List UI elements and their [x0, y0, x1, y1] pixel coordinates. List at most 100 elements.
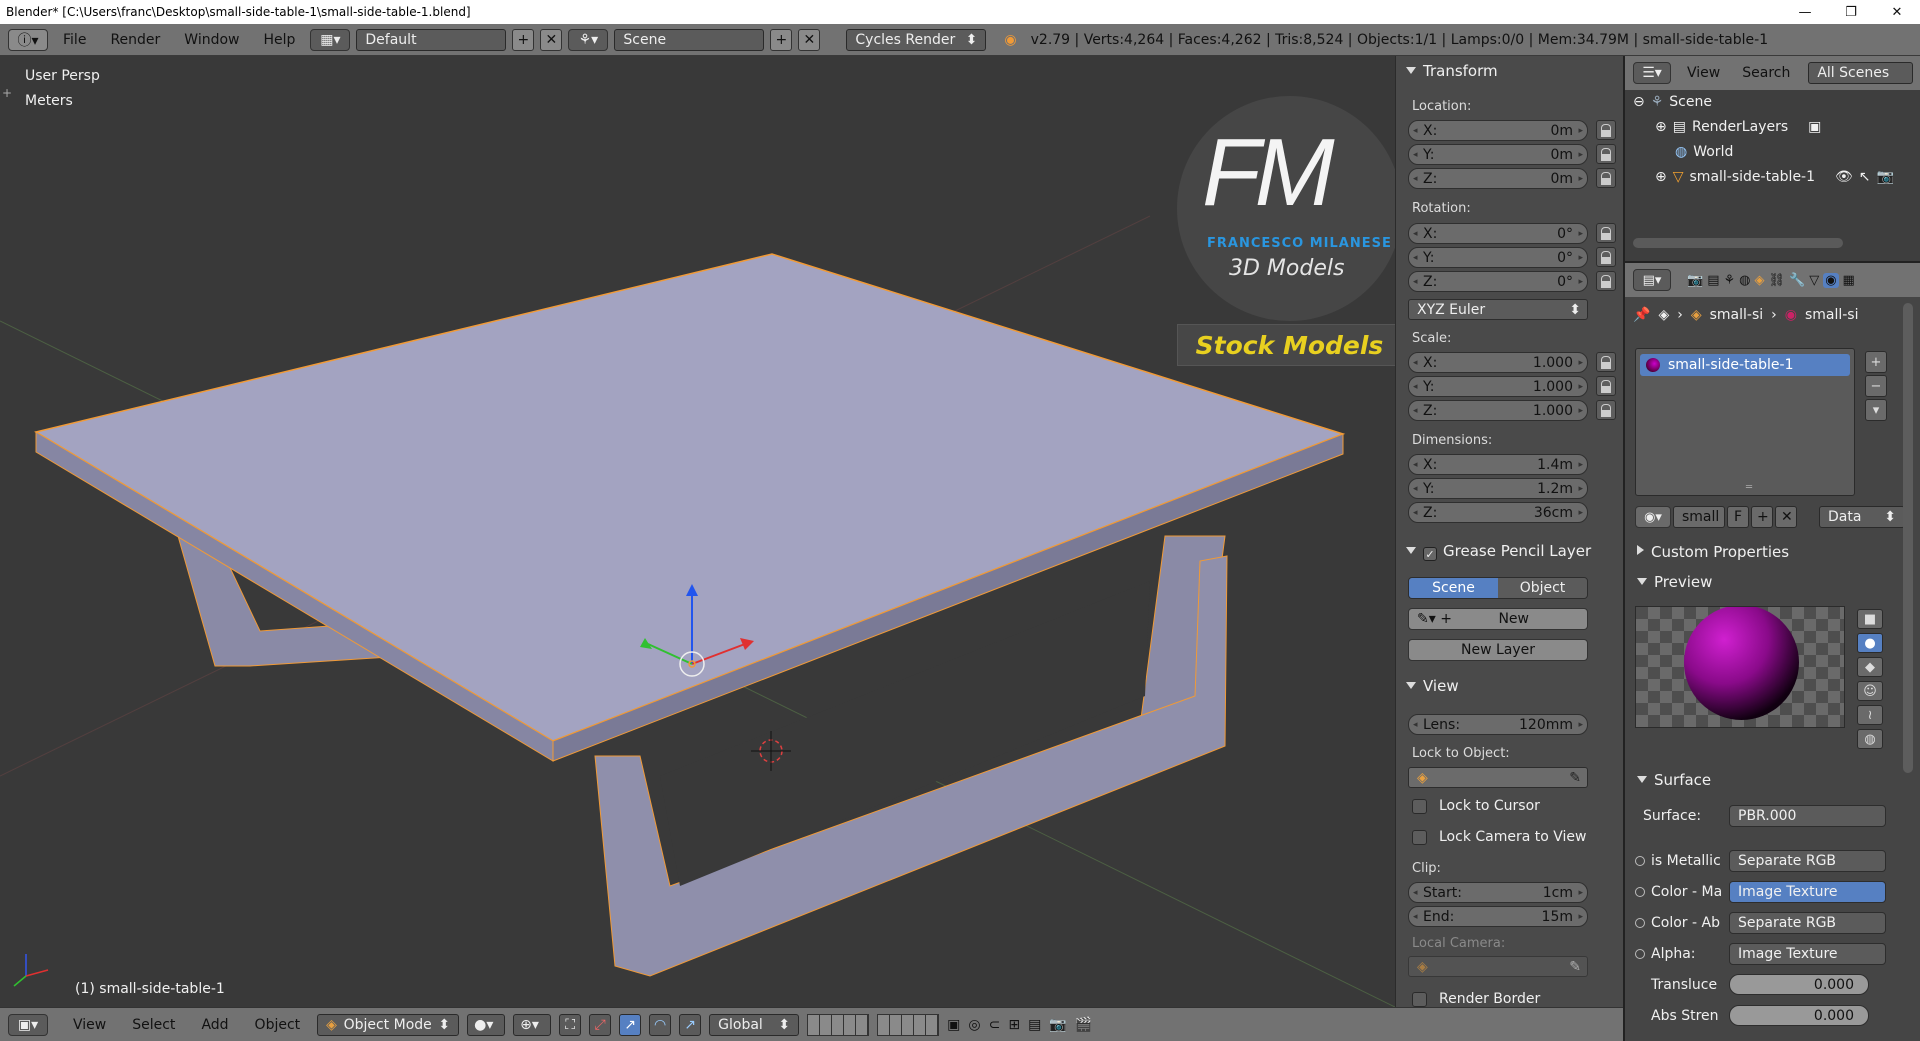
screen-layout-icon[interactable]: ▦▾: [310, 28, 351, 51]
fake-user-button[interactable]: F: [1727, 506, 1749, 528]
material-name-field[interactable]: small: [1673, 506, 1725, 528]
custom-properties-header[interactable]: Custom Properties: [1637, 543, 1789, 561]
outliner-row-world[interactable]: ◍ World: [1675, 144, 1733, 160]
tab-scene[interactable]: Scene: [1409, 578, 1498, 598]
menu-select[interactable]: Select: [123, 1017, 184, 1033]
render-camera-icon[interactable]: 📷: [1877, 169, 1894, 185]
expand-icon[interactable]: ⊕: [1655, 119, 1667, 135]
rotation-y-field[interactable]: Y:0°: [1408, 247, 1588, 268]
lock-icon[interactable]: [1596, 120, 1616, 140]
properties-scrollbar[interactable]: [1903, 303, 1913, 773]
new-grease-pencil-button[interactable]: New: [1498, 611, 1529, 627]
scale-x-field[interactable]: X:1.000: [1408, 352, 1588, 373]
camera-render-icon[interactable]: 📷: [1049, 1017, 1066, 1033]
magnet-snap-icon[interactable]: ⊂: [989, 1017, 1001, 1033]
new-material-button[interactable]: +: [1751, 506, 1773, 528]
slot-add-button[interactable]: +: [1865, 351, 1887, 373]
visibility-eye-icon[interactable]: 👁: [1835, 169, 1853, 185]
remove-screen-icon[interactable]: ✕: [540, 28, 563, 51]
properties-editor-type[interactable]: ▤▾: [1633, 269, 1671, 291]
surface-header[interactable]: Surface: [1637, 771, 1711, 789]
object-tab-icon[interactable]: ◈: [1754, 273, 1764, 288]
3d-viewport[interactable]: User Persp Meters (1) small-side-table-1…: [0, 56, 1395, 1007]
resize-handle[interactable]: ═: [1746, 482, 1752, 493]
menu-window[interactable]: Window: [175, 32, 248, 48]
outliner-menu-search[interactable]: Search: [1742, 65, 1790, 81]
menu-help[interactable]: Help: [254, 32, 304, 48]
pivot-point-select[interactable]: ⊕▾: [513, 1013, 552, 1036]
maximize-button[interactable]: ❐: [1828, 0, 1874, 24]
pin-icon[interactable]: 📌: [1633, 307, 1650, 323]
render-tab-icon[interactable]: 📷: [1687, 273, 1703, 288]
new-layer-button[interactable]: New Layer: [1408, 639, 1588, 661]
preview-type-hair-icon[interactable]: ≀: [1857, 705, 1883, 725]
menu-object[interactable]: Object: [246, 1017, 310, 1033]
manipulator-toggle-icon[interactable]: ⛶: [559, 1013, 582, 1036]
link-select[interactable]: Data ⬍: [1819, 506, 1905, 528]
data-tab-icon[interactable]: ▽: [1809, 273, 1819, 288]
outliner-row-object[interactable]: ⊕ ▽ small-side-table-1 👁 ↖ 📷: [1655, 169, 1894, 185]
menu-view[interactable]: View: [64, 1017, 115, 1033]
socket-expand-icon[interactable]: [1635, 856, 1645, 866]
outliner-row-renderlayers[interactable]: ⊕ ▤ RenderLayers ▣: [1655, 119, 1821, 135]
translate-manipulator-icon[interactable]: ⤢: [589, 1013, 612, 1036]
outliner-menu-view[interactable]: View: [1687, 65, 1720, 81]
preview-type-sphere-icon[interactable]: ●: [1857, 633, 1883, 653]
translucent-field[interactable]: 0.000: [1729, 974, 1869, 995]
transform-header[interactable]: Transform: [1406, 62, 1611, 80]
close-button[interactable]: ✕: [1874, 0, 1920, 24]
surface-shader-select[interactable]: PBR.000: [1729, 805, 1886, 827]
outliner-filter-select[interactable]: All Scenes: [1808, 62, 1914, 84]
info-editor-type-button[interactable]: ⓘ▾: [8, 28, 48, 51]
add-screen-icon[interactable]: +: [512, 28, 535, 51]
preview-type-flat-icon[interactable]: ■: [1857, 609, 1883, 629]
render-layer-toggle-icon[interactable]: ▣: [1808, 119, 1821, 135]
lock-to-cursor-checkbox[interactable]: Lock to Cursor: [1412, 798, 1540, 814]
menu-file[interactable]: File: [54, 32, 95, 48]
clapper-render-icon[interactable]: 🎬: [1075, 1017, 1092, 1033]
input-alpha-link[interactable]: Image Texture: [1729, 943, 1886, 965]
outliner-editor-type[interactable]: ☰▾: [1633, 62, 1671, 84]
dimensions-x-field[interactable]: X:1.4m: [1408, 454, 1588, 475]
abs-strength-field[interactable]: 0.000: [1729, 1005, 1869, 1026]
view-header[interactable]: View: [1406, 677, 1611, 695]
lock-icon[interactable]: [1596, 144, 1616, 164]
material-slot-item[interactable]: small-side-table-1: [1640, 354, 1850, 376]
lock-icon[interactable]: [1596, 376, 1616, 396]
socket-expand-icon[interactable]: [1635, 949, 1645, 959]
preview-type-monkey-icon[interactable]: ☺: [1857, 681, 1883, 701]
lock-icon[interactable]: [1596, 400, 1616, 420]
rotation-x-field[interactable]: X:0°: [1408, 223, 1588, 244]
grease-pencil-checkbox[interactable]: ✓: [1423, 547, 1437, 561]
lock-icon[interactable]: [1596, 352, 1616, 372]
eyedropper-icon[interactable]: ✎: [1569, 770, 1581, 786]
screen-layout-field[interactable]: Default: [356, 28, 507, 51]
render-layers-tab-icon[interactable]: ▤: [1707, 273, 1719, 288]
lens-field[interactable]: Lens:120mm: [1408, 714, 1588, 735]
preview-header[interactable]: Preview: [1637, 573, 1712, 591]
menu-add[interactable]: Add: [192, 1017, 237, 1033]
tab-object[interactable]: Object: [1498, 578, 1587, 598]
add-scene-icon[interactable]: +: [770, 28, 793, 51]
clip-end-field[interactable]: End:15m: [1408, 906, 1588, 927]
scale-z-field[interactable]: Z:1.000: [1408, 400, 1588, 421]
unlink-material-button[interactable]: ✕: [1775, 506, 1797, 528]
input-color-ma-link[interactable]: Image Texture: [1729, 881, 1886, 903]
minimize-button[interactable]: —: [1782, 0, 1828, 24]
lock-icon[interactable]: [1596, 247, 1616, 267]
location-z-field[interactable]: Z:0m: [1408, 168, 1588, 189]
lock-camera-checkbox[interactable]: Lock Camera to View: [1412, 829, 1587, 845]
pencil-icon[interactable]: ✎▾ +: [1417, 611, 1452, 627]
dimensions-z-field[interactable]: Z:36cm: [1408, 502, 1588, 523]
render-opengl-icon[interactable]: ▤: [1028, 1017, 1041, 1033]
socket-expand-icon[interactable]: [1635, 918, 1645, 928]
texture-tab-icon[interactable]: ▦: [1843, 273, 1855, 288]
lock-icon[interactable]: [1596, 223, 1616, 243]
scene-icon[interactable]: ⚘▾: [568, 28, 609, 51]
slot-remove-button[interactable]: −: [1865, 375, 1887, 397]
lock-layers-icon[interactable]: ▣: [947, 1017, 960, 1033]
constraints-tab-icon[interactable]: ⛓: [1768, 273, 1785, 288]
slot-specials-button[interactable]: ▾: [1865, 399, 1887, 421]
socket-expand-icon[interactable]: [1635, 887, 1645, 897]
location-x-field[interactable]: X:0m: [1408, 120, 1588, 141]
